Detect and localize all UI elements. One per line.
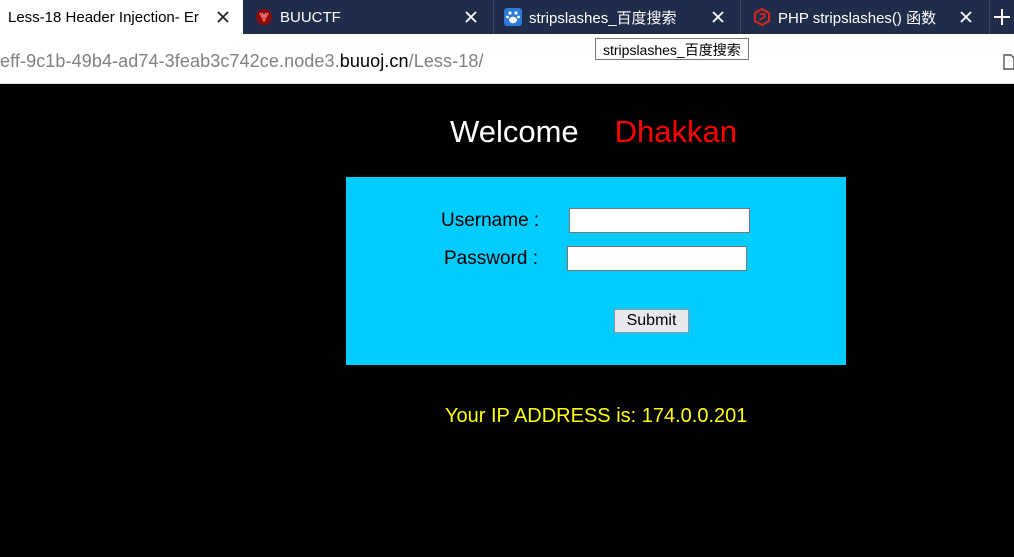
url-prefix: eff-9c1b-49b4-ad74-3feab3c742ce.node3. [0,51,340,71]
plus-icon [994,9,1010,25]
page-content: Welcome Dhakkan Username : Password : Sub… [0,86,1014,557]
tab-buuctf[interactable]: BUUCTF [243,0,493,34]
new-tab-button[interactable] [990,0,1014,34]
address-bar[interactable]: eff-9c1b-49b4-ad74-3feab3c742ce.node3.bu… [0,34,1014,84]
browser-tab-bar: Less-18 Header Injection- Er BUUCTF stri… [0,0,1014,34]
close-icon[interactable] [708,7,728,27]
close-icon[interactable] [213,7,233,27]
username-label: Username : [441,210,540,231]
username-input[interactable] [569,208,750,233]
tab-title: Less-18 Header Injection- Er [8,8,199,26]
close-icon[interactable] [461,7,481,27]
welcome-name: Dhakkan [614,114,737,149]
document-icon[interactable] [1003,54,1014,70]
url-text[interactable]: eff-9c1b-49b4-ad74-3feab3c742ce.node3.bu… [0,51,484,72]
page-title: Welcome Dhakkan [450,114,737,150]
buuctf-logo-icon [255,8,273,26]
tab-less-18[interactable]: Less-18 Header Injection- Er [0,0,243,34]
baidu-paw-icon [504,8,522,26]
login-form: Username : Password : Submit [346,177,846,365]
password-label: Password : [444,248,538,269]
password-input[interactable] [567,246,747,271]
url-domain: buuoj.cn [339,51,409,71]
close-icon[interactable] [956,7,976,27]
tab-php-stripslashes[interactable]: PHP stripslashes() 函数 [741,0,989,34]
welcome-text: Welcome [450,114,579,149]
tab-baidu-search[interactable]: stripslashes_百度搜索 [494,0,740,34]
tab-tooltip: stripslashes_百度搜索 [595,38,749,60]
submit-button[interactable]: Submit [614,309,689,333]
runoob-logo-icon [753,8,771,26]
ip-address-text: Your IP ADDRESS is: 174.0.0.201 [445,405,748,427]
url-path: /Less-18/ [408,51,484,71]
